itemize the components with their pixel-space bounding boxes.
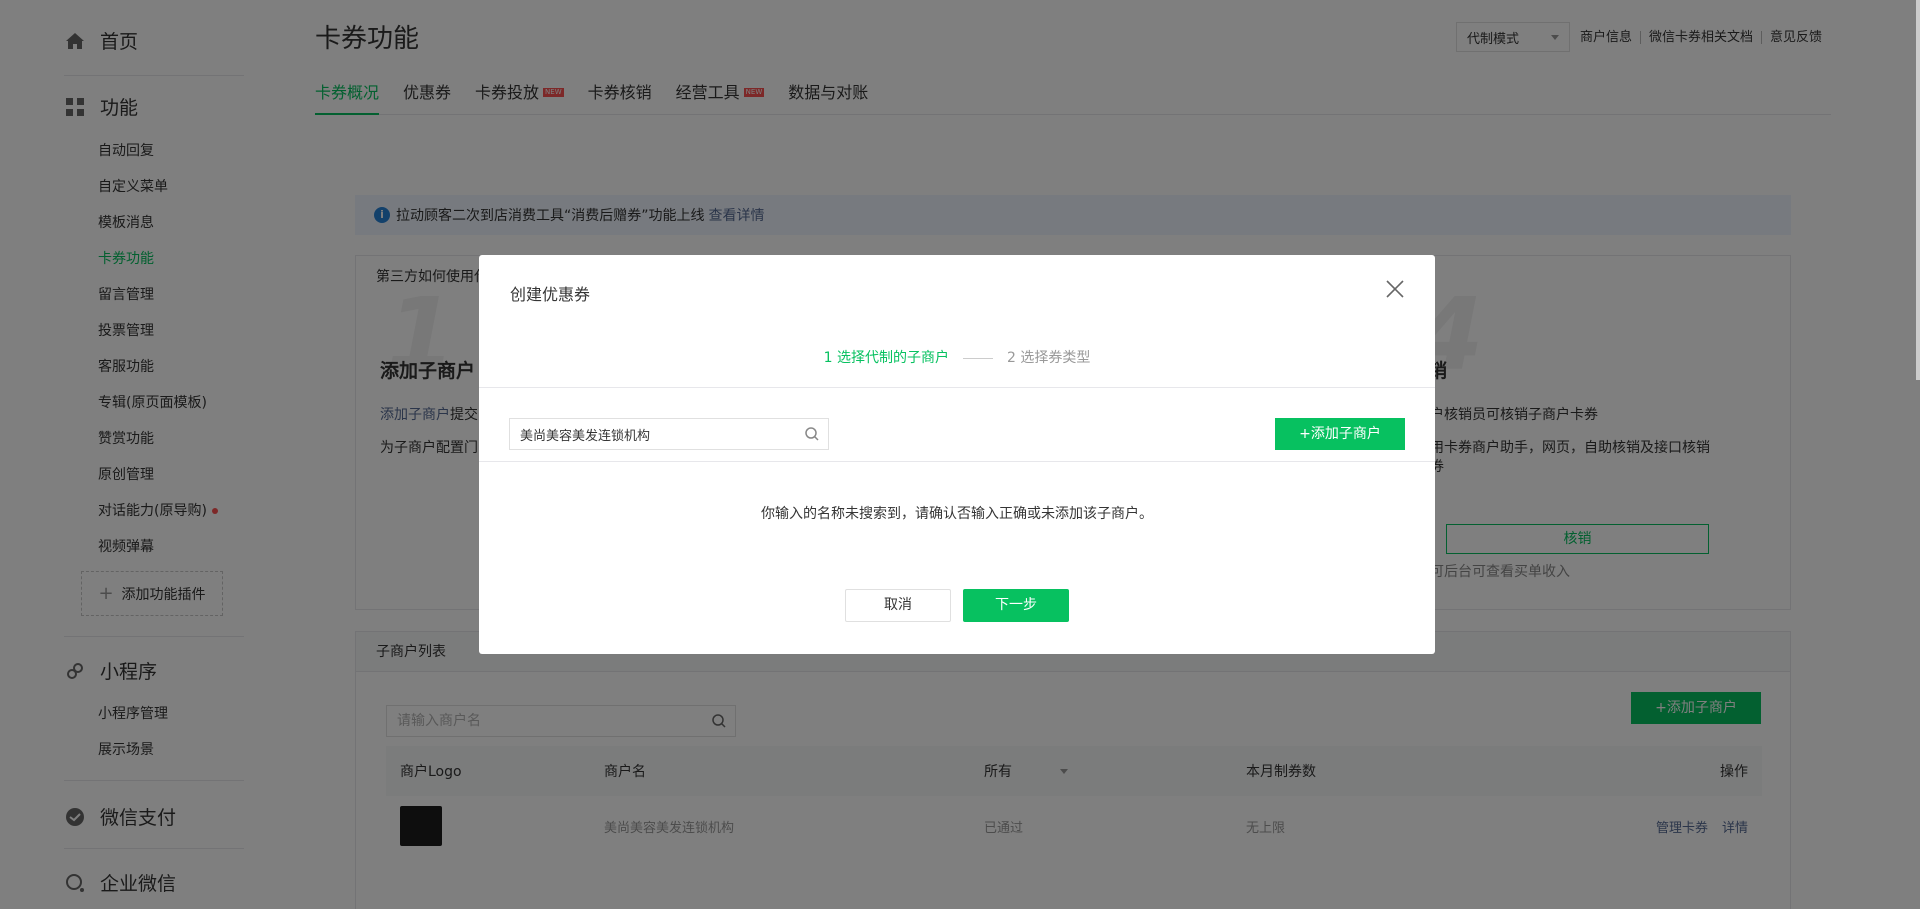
search-icon[interactable] bbox=[804, 426, 820, 442]
step-1: 1 选择代制的子商户 bbox=[823, 350, 949, 366]
merchant-search-field[interactable] bbox=[509, 418, 829, 450]
divider bbox=[479, 461, 1435, 462]
divider bbox=[479, 387, 1435, 388]
create-coupon-dialog: 创建优惠券 1 选择代制的子商户 2 选择券类型 +添加子商户 你输入的名称未搜索… bbox=[479, 255, 1435, 654]
not-found-message: 你输入的名称未搜索到，请确认否输入正确或未添加该子商户。 bbox=[761, 506, 1153, 522]
next-button[interactable]: 下一步 bbox=[963, 589, 1069, 622]
step-2: 2 选择券类型 bbox=[1007, 350, 1091, 366]
cancel-button[interactable]: 取消 bbox=[845, 589, 951, 622]
dialog-title: 创建优惠券 bbox=[510, 285, 591, 304]
dialog-add-merchant-button[interactable]: +添加子商户 bbox=[1275, 418, 1405, 450]
close-icon[interactable] bbox=[1383, 277, 1407, 301]
step-indicator: 1 选择代制的子商户 2 选择券类型 bbox=[479, 347, 1435, 367]
step-divider bbox=[963, 357, 993, 359]
scrollbar[interactable] bbox=[1916, 0, 1920, 380]
merchant-search-input[interactable] bbox=[510, 419, 790, 449]
